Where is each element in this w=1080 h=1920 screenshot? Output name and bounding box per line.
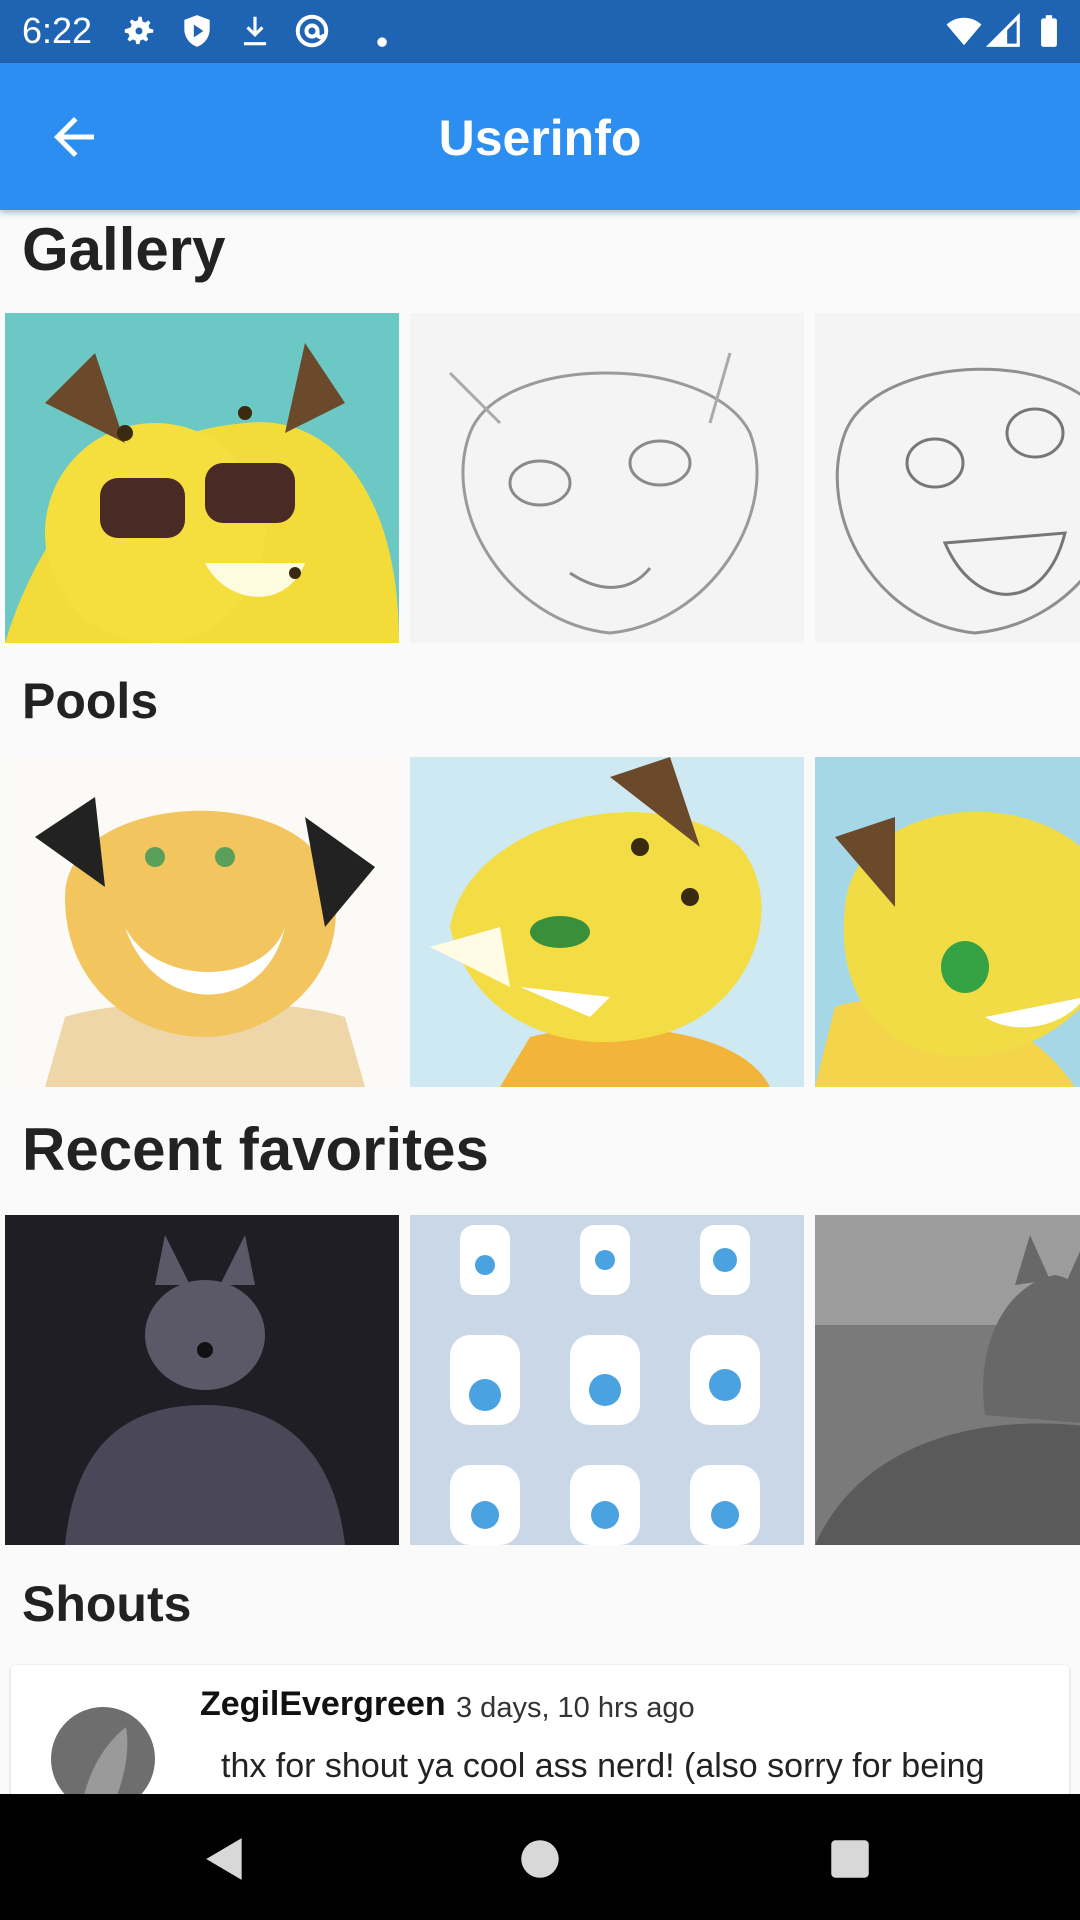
shout-timestamp: 3 days, 10 hrs ago xyxy=(456,1692,695,1724)
favorite-thumbnail[interactable] xyxy=(5,1215,399,1545)
shield-icon xyxy=(184,15,210,47)
recent-favorites-row[interactable] xyxy=(5,1215,1080,1545)
battery-icon xyxy=(1041,15,1057,47)
gallery-thumbnail[interactable] xyxy=(815,313,1080,643)
pool-thumbnail[interactable] xyxy=(5,757,399,1087)
shout-message: thx for shout ya cool ass nerd! (also so… xyxy=(221,1747,985,1794)
gallery-heading: Gallery xyxy=(22,216,226,283)
wifi-icon xyxy=(946,17,982,46)
pools-heading: Pools xyxy=(22,673,159,729)
home-circle-icon[interactable] xyxy=(515,1834,565,1884)
download-icon xyxy=(243,16,267,46)
dot-icon xyxy=(377,37,387,47)
shouts-heading: Shouts xyxy=(22,1576,192,1632)
avatar[interactable] xyxy=(51,1707,155,1794)
status-time: 6:22 xyxy=(22,10,93,51)
settings-icon xyxy=(124,16,154,45)
gallery-row[interactable] xyxy=(5,313,1080,643)
status-bar: 6:22 xyxy=(0,0,1080,63)
shout-card[interactable]: ZegilEvergreen 3 days, 10 hrs ago thx fo… xyxy=(11,1665,1069,1794)
at-sign-icon xyxy=(295,14,329,48)
recents-square-icon[interactable] xyxy=(825,1834,875,1884)
system-nav-bar xyxy=(0,1794,1080,1920)
back-triangle-icon[interactable] xyxy=(200,1834,250,1884)
favorite-thumbnail[interactable] xyxy=(815,1215,1080,1545)
signal-icon xyxy=(985,12,1020,47)
gallery-thumbnail[interactable] xyxy=(410,313,804,643)
pool-thumbnail[interactable] xyxy=(410,757,804,1087)
shout-username[interactable]: ZegilEvergreen xyxy=(200,1685,446,1724)
page-title: Userinfo xyxy=(438,110,642,166)
recent-favorites-heading: Recent favorites xyxy=(22,1116,489,1183)
favorite-thumbnail[interactable] xyxy=(410,1215,804,1545)
pool-thumbnail[interactable] xyxy=(815,757,1080,1087)
app-bar: Userinfo xyxy=(0,63,1080,210)
userinfo-content[interactable]: Gallery Pools Recent favorites Shouts Ze… xyxy=(0,210,1080,1794)
gallery-thumbnail[interactable] xyxy=(5,313,399,643)
pools-row[interactable] xyxy=(5,757,1080,1087)
